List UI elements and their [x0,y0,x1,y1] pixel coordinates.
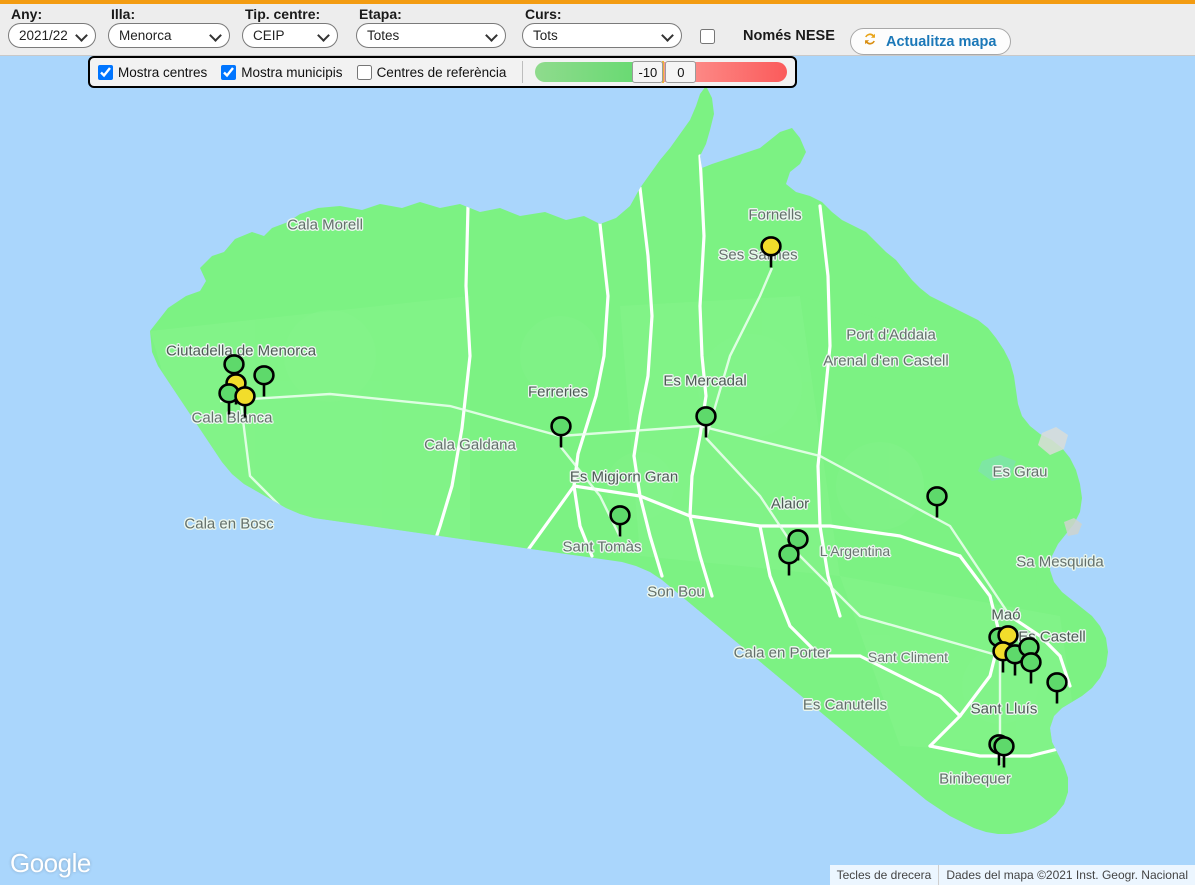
filter-illa: Illa: Menorca [108,7,230,48]
filter-tipcentre-value: CEIP [253,28,285,43]
filter-toolbar: Any: 2021/22 Illa: Menorca Tip. centre: CEIP E… [0,4,1195,56]
label-centres-referencia: Centres de referència [376,64,507,80]
scale-max-input[interactable] [665,61,697,83]
option-mostra-centres: Mostra centres [98,64,208,80]
checkbox-mostra-centres[interactable] [98,64,113,80]
filter-curs-label: Curs: [525,6,562,22]
centre-marker[interactable] [550,416,572,448]
option-mostra-municipis: Mostra municipis [221,64,343,80]
label-mostra-centres: Mostra centres [118,64,208,80]
chevron-down-icon [75,28,88,42]
nese-filter: Només NESE [700,28,835,44]
refresh-icon [861,30,879,53]
filter-etapa-label: Etapa: [359,6,402,22]
map-attribution: Tecles de drecera Dades del mapa ©2021 In… [829,865,1195,885]
centre-marker[interactable] [695,406,717,438]
filter-any-label: Any: [11,6,43,22]
centre-marker[interactable] [1046,672,1068,704]
filter-any-value: 2021/22 [19,28,68,43]
centre-marker[interactable] [778,544,800,576]
menorca-landmass [150,86,1108,834]
option-centres-referencia: Centres de referència [356,64,507,80]
colour-scale-legend [535,61,788,83]
filter-tipcentre: Tip. centre: CEIP [242,7,338,48]
keyboard-shortcuts-link[interactable]: Tecles de drecera [829,865,939,885]
filter-illa-label: Illa: [111,6,136,22]
nomes-nese-checkbox[interactable] [700,28,715,44]
map-application: Any: 2021/22 Illa: Menorca Tip. centre: CEIP E… [0,0,1195,885]
centre-marker[interactable] [253,365,275,397]
filter-tipcentre-select[interactable]: CEIP [242,23,338,48]
options-divider [522,61,524,83]
centre-marker[interactable] [1020,652,1042,684]
centre-marker[interactable] [926,486,948,518]
filter-etapa-value: Totes [367,28,400,43]
actualitza-mapa-button[interactable]: Actualitza mapa [850,28,1012,55]
filter-tipcentre-label: Tip. centre: [245,6,321,22]
scale-min-input[interactable] [632,61,664,83]
filter-any: Any: 2021/22 [8,7,96,48]
chevron-down-icon [485,28,498,42]
actualitza-mapa-label: Actualitza mapa [886,33,997,50]
centre-marker[interactable] [993,736,1015,768]
google-logo: Google [10,848,91,878]
filter-illa-value: Menorca [119,28,172,43]
checkbox-centres-referencia[interactable] [356,64,372,80]
map-data-credit: Dades del mapa ©2021 Inst. Geogr. Nacion… [938,865,1195,885]
label-mostra-municipis: Mostra municipis [241,64,343,80]
centre-marker[interactable] [234,386,256,418]
filter-any-select[interactable]: 2021/22 [8,23,96,48]
filter-etapa: Etapa: Totes [356,7,506,48]
filter-curs-value: Tots [533,28,558,43]
chevron-down-icon [317,28,330,42]
map-options-bar: Mostra centres Mostra municipis Centres de… [88,56,798,88]
map-canvas[interactable]: Cala Morell Fornells Ses Salines Arenal d'e… [0,56,1195,885]
filter-curs: Curs: Tots [522,7,682,48]
centre-marker[interactable] [760,236,782,268]
chevron-down-icon [661,28,674,42]
filter-illa-select[interactable]: Menorca [108,23,230,48]
filter-etapa-select[interactable]: Totes [356,23,506,48]
centre-marker[interactable] [609,505,631,537]
filter-curs-select[interactable]: Tots [522,23,682,48]
nomes-nese-label: Només NESE [743,28,835,44]
chevron-down-icon [209,28,222,42]
checkbox-mostra-municipis[interactable] [221,64,237,80]
